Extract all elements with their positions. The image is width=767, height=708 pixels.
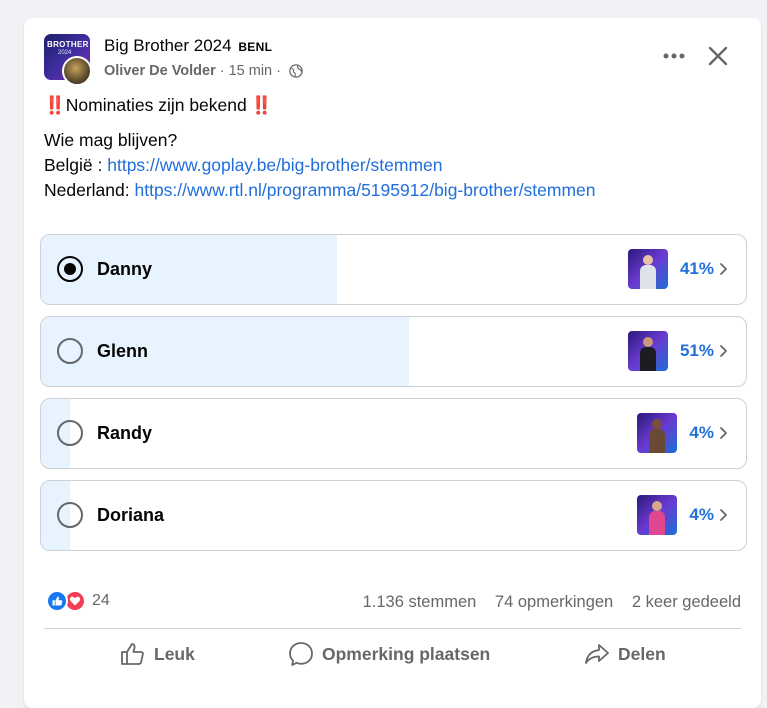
chevron-right-icon — [718, 262, 728, 276]
contestant-thumbnail — [637, 495, 678, 535]
close-icon — [708, 46, 728, 66]
poll-option-result[interactable]: 41% — [627, 249, 728, 289]
page-name-link[interactable]: Big Brother 2024 BENL — [104, 36, 272, 56]
chevron-right-icon — [718, 344, 728, 358]
comment-label: Opmerking plaatsen — [322, 643, 491, 664]
poll-percentage: 41% — [679, 259, 714, 278]
author-name[interactable]: Oliver De Volder — [104, 63, 216, 79]
poll-option-randy[interactable]: Randy 4% — [40, 398, 747, 469]
post-title: ‼️ Nominaties zijn bekend ‼️ — [44, 95, 273, 116]
chevron-right-icon — [718, 426, 728, 440]
like-button[interactable]: Leuk — [120, 638, 195, 670]
avatar-year-text: 2024 — [58, 50, 72, 56]
thumbs-up-icon — [120, 642, 146, 666]
page-name[interactable]: Big Brother 2024 — [104, 36, 232, 55]
radio-button[interactable] — [57, 502, 83, 528]
post-body-line-2: België : https://www.goplay.be/big-broth… — [44, 155, 443, 176]
radio-button[interactable] — [57, 420, 83, 446]
belgium-label: België : — [44, 155, 108, 175]
like-label: Leuk — [154, 643, 195, 664]
poll-option-result[interactable]: 4% — [637, 413, 728, 453]
comments-count[interactable]: 74 opmerkingen — [495, 593, 613, 611]
poll-option-glenn[interactable]: Glenn 51% — [40, 316, 747, 387]
avatar-brand-text: BROTHER — [47, 40, 89, 49]
rtl-link[interactable]: https://www.rtl.nl/programma/5195912/big… — [134, 180, 595, 200]
poll-bar-fill — [41, 235, 337, 304]
poll-option-danny[interactable]: Danny 41% — [40, 234, 747, 305]
poll-option-label: Danny — [97, 259, 153, 279]
page-tag: BENL — [238, 40, 273, 54]
reaction-count: 24 — [92, 592, 110, 609]
post-body-line-1: Wie mag blijven? — [44, 130, 178, 150]
share-button[interactable]: Delen — [584, 638, 666, 670]
goplay-link[interactable]: https://www.goplay.be/big-brother/stemme… — [107, 155, 442, 175]
poll-percentage: 4% — [689, 423, 714, 442]
meta-separator: · — [219, 63, 225, 79]
poll-option-label: Randy — [97, 423, 153, 443]
author-avatar[interactable] — [62, 56, 92, 86]
contestant-thumbnail — [627, 249, 668, 289]
netherlands-label: Nederland: — [44, 180, 135, 200]
meta-separator-2: · — [276, 63, 281, 79]
close-button[interactable] — [704, 42, 732, 70]
share-label: Delen — [618, 643, 666, 664]
radio-button[interactable] — [57, 338, 83, 364]
action-divider — [44, 628, 741, 629]
chevron-right-icon — [718, 508, 728, 522]
votes-count[interactable]: 1.136 stemmen — [363, 593, 477, 611]
poll-option-result[interactable]: 51% — [627, 331, 728, 371]
post-title-text: Nominaties zijn bekend — [65, 95, 247, 115]
post-time[interactable]: 15 min — [229, 63, 273, 79]
poll-percentage: 51% — [679, 341, 714, 360]
contestant-thumbnail — [637, 413, 678, 453]
double-exclamation-icon: ‼️ — [44, 95, 66, 115]
poll-percentage: 4% — [689, 505, 714, 524]
comment-bubble-icon — [288, 641, 314, 667]
like-reaction-icon — [46, 590, 68, 612]
share-arrow-icon — [584, 642, 610, 666]
globe-icon — [289, 64, 303, 78]
poll-option-label: Doriana — [97, 505, 165, 525]
poll-option-result[interactable]: 4% — [637, 495, 728, 535]
contestant-thumbnail — [627, 331, 668, 371]
shares-count[interactable]: 2 keer gedeeld — [632, 593, 741, 611]
more-options-button[interactable] — [660, 46, 688, 66]
reactions-summary[interactable]: 24 — [46, 590, 110, 612]
radio-button[interactable] — [57, 256, 83, 282]
poll-option-doriana[interactable]: Doriana 4% — [40, 480, 747, 551]
post-body-line-3: Nederland: https://www.rtl.nl/programma/… — [44, 180, 596, 201]
poll-option-label: Glenn — [97, 341, 149, 361]
engagement-stats: 1.136 stemmen 74 opmerkingen 2 keer gede… — [349, 593, 741, 612]
post-meta: Oliver De Volder · 15 min · — [104, 63, 303, 79]
double-exclamation-icon-2: ‼️ — [250, 95, 273, 115]
comment-button[interactable]: Opmerking plaatsen — [288, 638, 490, 670]
more-horizontal-icon — [663, 53, 685, 59]
